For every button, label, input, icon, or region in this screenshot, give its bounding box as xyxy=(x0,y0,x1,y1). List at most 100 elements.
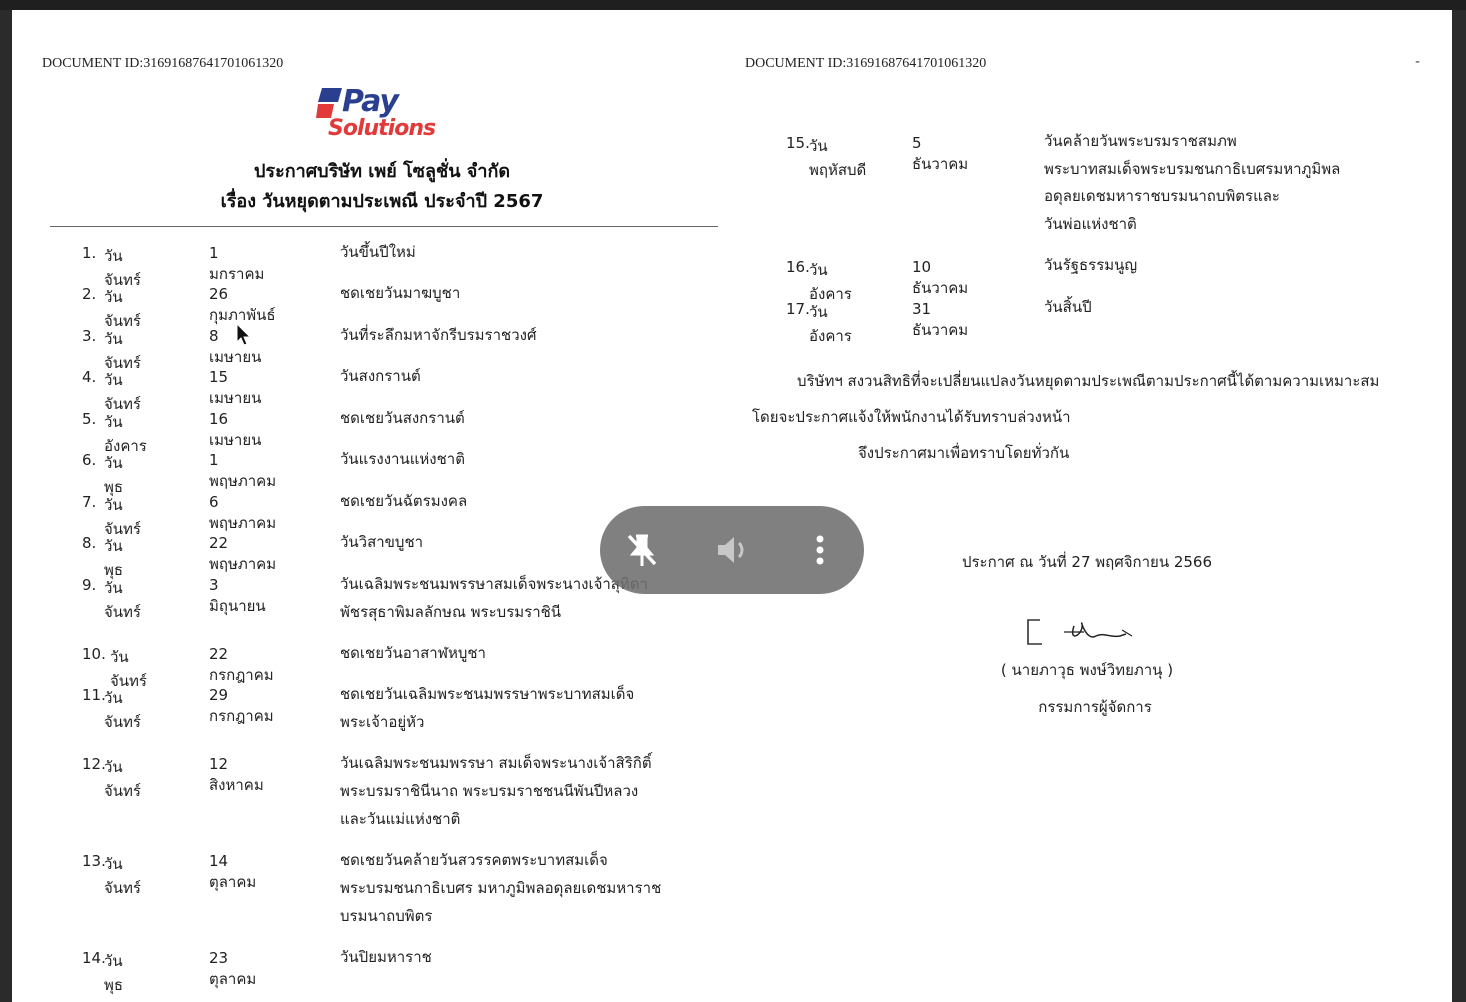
holiday-date: 14 ตุลาคม xyxy=(209,852,257,891)
signature-image xyxy=(1027,619,1133,645)
holiday-number: 10. xyxy=(82,645,106,663)
holiday-description-line: วันแรงงานแห่งชาติ xyxy=(340,450,465,468)
holiday-day: วันจันทร์ xyxy=(104,579,141,621)
announcement-date: ประกาศ ณ วันที่ 27 พฤศจิกายน 2566 xyxy=(961,553,1213,571)
holiday-date: 10 ธันวาคม xyxy=(912,258,969,297)
holiday-day: วันอังคาร xyxy=(809,261,852,303)
holiday-description-line: ชดเชยวันคล้ายวันสวรรคตพระบาทสมเด็จ xyxy=(340,851,608,869)
holiday-date: 16 เมษายน xyxy=(209,410,262,449)
holiday-number: 12. xyxy=(82,755,106,773)
holiday-day: วันพุธ xyxy=(104,952,124,994)
holiday-description: ชดเชยวันมาฆบูชา xyxy=(340,279,670,307)
pin-off-icon xyxy=(627,534,657,566)
holiday-description-line: พระเจ้าอยู่หัว xyxy=(340,713,425,731)
title-divider xyxy=(50,226,718,227)
holiday-description-line: วันคล้ายวันพระบรมราชสมภพ xyxy=(1044,132,1237,150)
holiday-number: 3. xyxy=(82,327,97,345)
volume-button[interactable] xyxy=(708,526,756,574)
holiday-number: 9. xyxy=(82,576,97,594)
holiday-day: วันพุธ xyxy=(104,537,124,579)
holiday-number: 14. xyxy=(82,949,106,967)
holiday-date: 3 มิถุนายน xyxy=(209,576,266,615)
holiday-description: วันแรงงานแห่งชาติ xyxy=(340,445,670,473)
holiday-description-line: วันรัฐธรรมนูญ xyxy=(1044,256,1138,274)
holiday-date: 6 พฤษภาคม xyxy=(209,493,277,532)
holiday-number: 17. xyxy=(786,300,810,318)
holiday-number: 15. xyxy=(786,134,810,152)
holiday-number: 1. xyxy=(82,244,97,262)
notice-line-3: จึงประกาศมาเพื่อทราบโดยทั่วกัน xyxy=(858,444,1070,462)
holiday-description-line: วันพ่อแห่งชาติ xyxy=(1044,214,1137,233)
holiday-description-line: วันสงกรานต์ xyxy=(340,367,421,385)
announcement-subject: เรื่อง วันหยุดตามประเพณี ประจำปี 2567 xyxy=(220,191,544,212)
holiday-description-line: วันสิ้นปี xyxy=(1044,298,1092,316)
document-id-left: DOCUMENT ID:31691687641701061320 xyxy=(42,56,284,71)
holiday-description-line: พัชรสุธาพิมลลักษณ พระบรมราชินี xyxy=(340,603,562,621)
holiday-day: วันพุธ xyxy=(104,454,124,496)
holiday-description-line: พระบรมชนกาธิเบศร มหาภูมิพลอดุลยเดชมหาราช xyxy=(340,879,662,897)
holiday-description: วันสิ้นปี xyxy=(1044,294,1374,322)
holiday-description-line: วันปิยมหาราช xyxy=(340,948,432,966)
holiday-date: 1 มกราคม xyxy=(209,244,265,283)
holiday-description: วันที่ระลึกมหาจักรีบรมราชวงศ์ xyxy=(340,321,670,349)
logo-mark-icon xyxy=(316,88,342,118)
holiday-description-line: อดุลยเดชมหาราชบรมนาถบพิตรและ xyxy=(1044,187,1280,205)
viewer-edge xyxy=(1452,10,1466,1002)
holiday-number: 5. xyxy=(82,410,97,428)
holiday-date: 5 ธันวาคม xyxy=(912,134,969,173)
holiday-description-line: ชดเชยวันฉัตรมงคล xyxy=(340,492,468,510)
notice-line-1: บริษัทฯ สงวนสิทธิที่จะเปลี่ยนแปลงวันหยุด… xyxy=(797,372,1380,390)
logo-word-pay: Pay xyxy=(342,84,399,119)
notice-line-2: โดยจะประกาศแจ้งให้พนักงานได้รับทราบล่วงห… xyxy=(752,408,1071,426)
holiday-date: 22 พฤษภาคม xyxy=(209,534,277,573)
holiday-description-line: ชดเชยวันเฉลิมพระชนมพรรษาพระบาทสมเด็จ xyxy=(340,685,635,703)
signer-name: ( นายภาวุธ พงษ์วิทยภานุ ) xyxy=(1000,661,1174,679)
logo-word-solutions: Solutions xyxy=(328,116,436,141)
holiday-description: ชดเชยวันฉัตรมงคล xyxy=(340,487,670,515)
holiday-description: ชดเชยวันอาสาฬหบูชา xyxy=(340,639,670,667)
holiday-date: 29 กรกฎาคม xyxy=(209,686,274,725)
holiday-number: 2. xyxy=(82,285,97,303)
holiday-description: วันขึ้นปีใหม่ xyxy=(340,238,670,266)
corner-mark: - xyxy=(1415,54,1421,70)
pay-solutions-logo: Pay Solutions xyxy=(316,86,456,146)
holiday-number: 16. xyxy=(786,258,810,276)
volume-icon xyxy=(718,537,744,563)
holiday-description: ชดเชยวันสงกรานต์ xyxy=(340,404,670,432)
holiday-description-line: วันเฉลิมพระชนมพรรษา สมเด็จพระนางเจ้าสิริ… xyxy=(340,754,652,772)
media-control-overlay xyxy=(600,506,864,594)
holiday-description-line: ชดเชยวันอาสาฬหบูชา xyxy=(340,644,486,662)
holiday-description-line: และวันแม่แห่งชาติ xyxy=(340,810,461,828)
holiday-day: วันจันทร์ xyxy=(104,371,141,413)
holiday-description: วันปิยมหาราช xyxy=(340,943,670,971)
holiday-description: วันสงกรานต์ xyxy=(340,362,670,390)
holiday-description-line: ชดเชยวันมาฆบูชา xyxy=(340,284,461,302)
holiday-description-line: บรมนาถบพิตร xyxy=(340,907,433,925)
holiday-description: วันเฉลิมพระชนมพรรษา สมเด็จพระนางเจ้าสิริ… xyxy=(340,749,670,833)
holiday-day: วันจันทร์ xyxy=(104,288,141,330)
holiday-description-line: พระบรมราชินีนาถ พระบรมราชชนนีพันปีหลวง xyxy=(340,782,639,800)
holiday-number: 7. xyxy=(82,493,97,511)
holiday-date: 31 ธันวาคม xyxy=(912,300,969,339)
holiday-day: วันจันทร์ xyxy=(104,758,141,800)
holiday-day: วันพฤหัสบดี xyxy=(809,137,867,179)
holiday-day: วันอังคาร xyxy=(809,303,852,345)
holiday-day: วันจันทร์ xyxy=(104,689,141,731)
holiday-description: ชดเชยวันเฉลิมพระชนมพรรษาพระบาทสมเด็จ พระ… xyxy=(340,680,670,736)
unpin-button[interactable] xyxy=(618,526,666,574)
more-options-button[interactable] xyxy=(796,526,844,574)
holiday-date: 22 กรกฎาคม xyxy=(209,645,274,684)
holiday-date: 26 กุมภาพันธ์ xyxy=(209,285,276,324)
holiday-date: 1 พฤษภาคม xyxy=(209,451,277,490)
announcement-title: ประกาศบริษัท เพย์ โซลูชั่น จำกัด xyxy=(253,161,511,182)
holiday-number: 4. xyxy=(82,368,97,386)
holiday-date: 23 ตุลาคม xyxy=(209,949,257,988)
holiday-date: 12 สิงหาคม xyxy=(209,755,264,794)
document-id-right: DOCUMENT ID:31691687641701061320 xyxy=(745,56,987,71)
holiday-description-line: วันที่ระลึกมหาจักรีบรมราชวงศ์ xyxy=(340,326,537,344)
more-vertical-icon xyxy=(816,535,824,565)
holiday-number: 8. xyxy=(82,534,97,552)
window-top-bar xyxy=(0,0,1466,10)
holiday-date: 15 เมษายน xyxy=(209,368,262,407)
signer-title: กรรมการผู้จัดการ xyxy=(1038,698,1152,716)
